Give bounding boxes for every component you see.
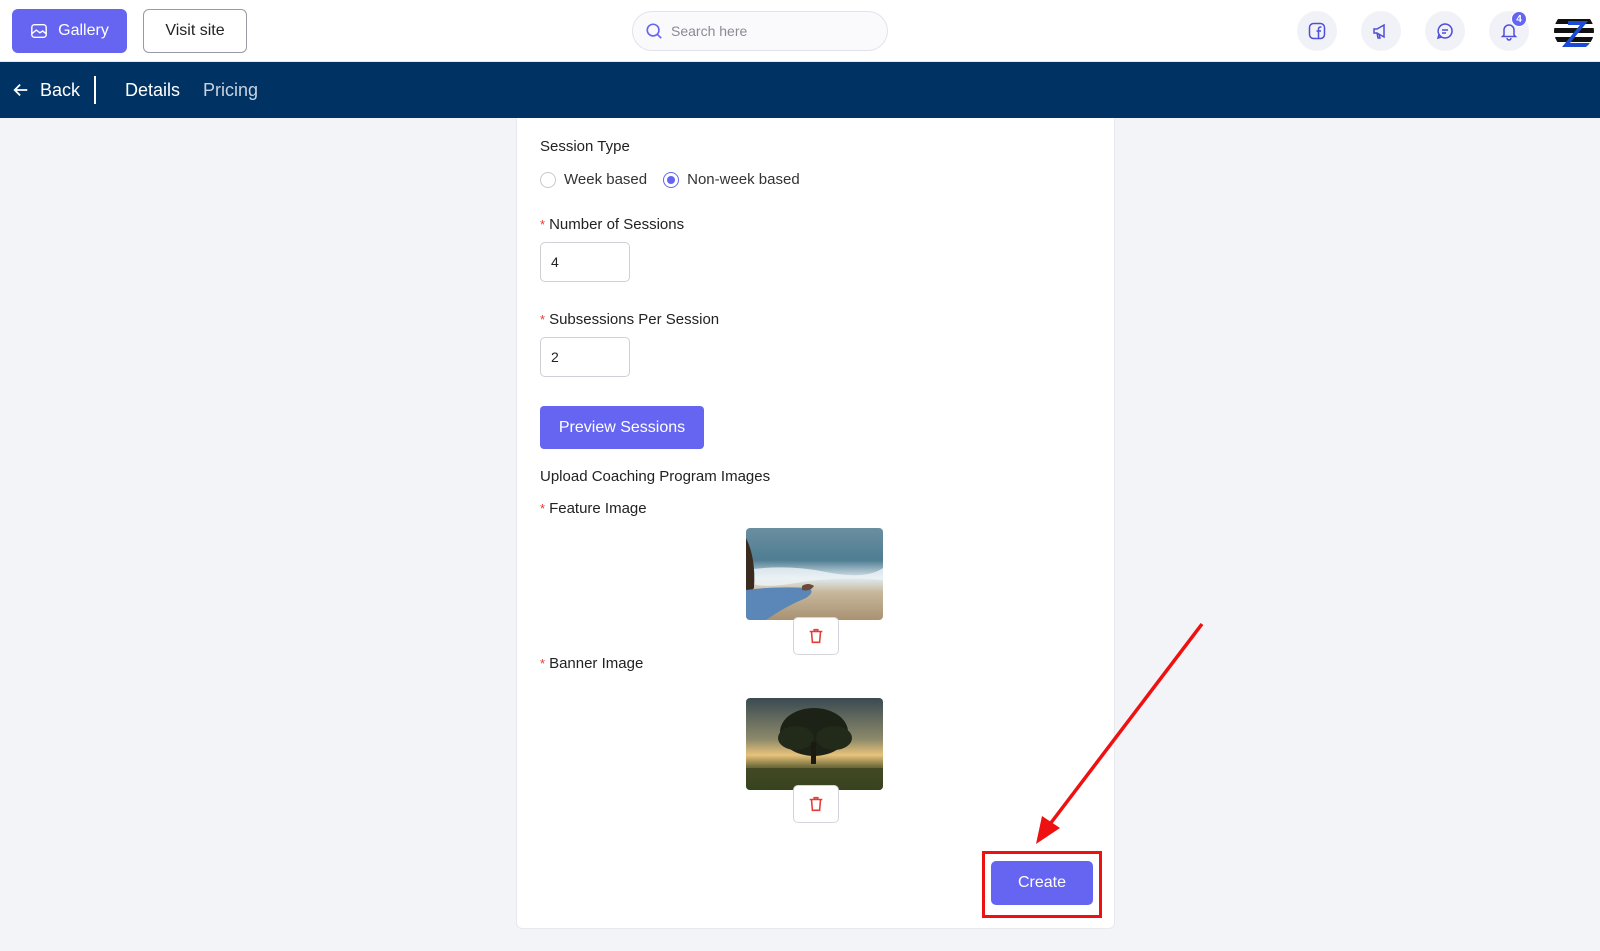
banner-image-label: * Banner Image <box>540 655 643 672</box>
notification-badge: 4 <box>1511 11 1527 27</box>
subsessions-label: * Subsessions Per Session <box>540 311 719 328</box>
search-input[interactable] <box>671 23 871 39</box>
delete-banner-image-button[interactable] <box>793 785 839 823</box>
visit-site-button[interactable]: Visit site <box>143 9 247 53</box>
brand-logo-icon <box>1554 11 1594 51</box>
gallery-button[interactable]: Gallery <box>12 9 127 53</box>
radio-week-based[interactable] <box>540 171 556 188</box>
required-mark: * <box>540 656 546 671</box>
search-icon <box>646 23 662 39</box>
tab-details[interactable]: Details <box>125 62 180 118</box>
upload-images-heading: Upload Coaching Program Images <box>540 468 771 485</box>
chat-icon <box>1436 23 1453 40</box>
notifications-button[interactable]: 4 <box>1489 11 1529 51</box>
num-sessions-input[interactable] <box>540 242 630 282</box>
trash-icon <box>809 628 823 644</box>
session-type-radio-group: Week based Non-week based <box>540 171 800 188</box>
top-bar: Gallery Visit site 4 <box>0 0 1600 62</box>
gallery-icon <box>31 23 48 39</box>
tab-pricing[interactable]: Pricing <box>203 62 258 118</box>
facebook-button[interactable] <box>1297 11 1337 51</box>
preview-sessions-button[interactable]: Preview Sessions <box>540 406 704 449</box>
feature-image-picture <box>746 528 883 620</box>
trash-icon <box>809 796 823 812</box>
banner-image-label-text: Banner Image <box>549 655 644 672</box>
back-label: Back <box>40 79 81 100</box>
megaphone-icon <box>1373 23 1385 39</box>
messages-button[interactable] <box>1425 11 1465 51</box>
back-button[interactable]: Back <box>12 62 80 118</box>
create-button[interactable]: Create <box>991 861 1093 905</box>
feature-image-label: * Feature Image <box>540 500 647 517</box>
feature-image-thumbnail <box>746 528 883 620</box>
nav-divider <box>94 76 96 104</box>
radio-non-week-based[interactable] <box>663 171 680 188</box>
banner-image-picture <box>746 698 883 790</box>
brand-logo-avatar[interactable] <box>1554 11 1594 51</box>
subsessions-label-text: Subsessions Per Session <box>549 311 720 328</box>
required-mark: * <box>540 312 546 327</box>
arrow-left-icon <box>13 83 28 97</box>
required-mark: * <box>540 501 546 516</box>
radio-week-based-label: Week based <box>564 171 648 188</box>
coaching-program-form: Session Type Week based Non-week based *… <box>516 118 1115 929</box>
sub-navigation: Back Details Pricing <box>0 62 1600 118</box>
num-sessions-label: * Number of Sessions <box>540 216 684 233</box>
announcement-button[interactable] <box>1361 11 1401 51</box>
num-sessions-label-text: Number of Sessions <box>549 216 685 233</box>
gallery-label: Gallery <box>58 22 109 39</box>
subsessions-input[interactable] <box>540 337 630 377</box>
required-mark: * <box>540 217 546 232</box>
feature-image-label-text: Feature Image <box>549 500 647 517</box>
banner-image-thumbnail <box>746 698 883 790</box>
delete-feature-image-button[interactable] <box>793 617 839 655</box>
annotation-arrow-icon <box>1036 622 1204 844</box>
session-type-label: Session Type <box>540 138 630 155</box>
search-box <box>632 11 888 51</box>
radio-non-week-based-label: Non-week based <box>687 171 800 188</box>
facebook-icon <box>1308 22 1326 40</box>
